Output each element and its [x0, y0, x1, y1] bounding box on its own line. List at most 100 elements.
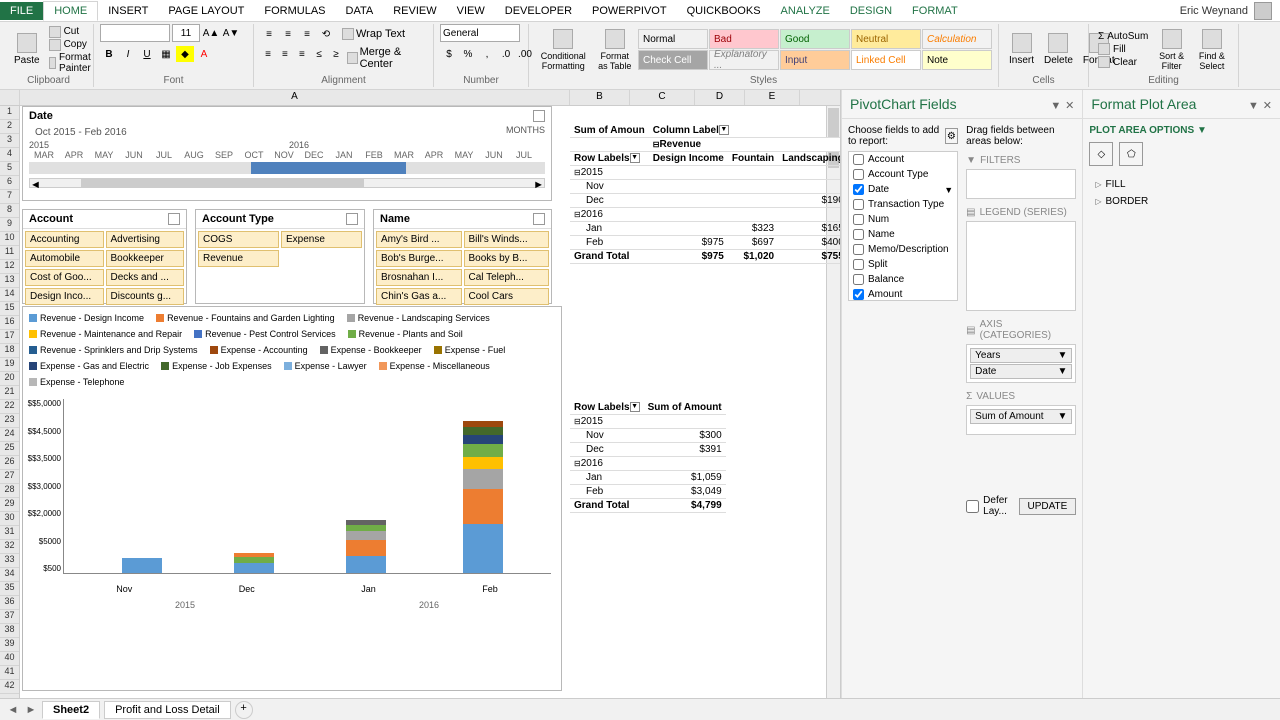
- zone-pill[interactable]: Years▼: [970, 348, 1072, 363]
- inc-decimal[interactable]: .0: [497, 46, 515, 62]
- border-button[interactable]: ▦: [157, 46, 175, 62]
- clear-filter-icon[interactable]: [533, 110, 545, 122]
- find-select-button[interactable]: Find & Select: [1192, 27, 1232, 73]
- cell-style[interactable]: Normal: [638, 29, 708, 49]
- ribbon-tab-quickbooks[interactable]: QuickBooks: [677, 2, 771, 20]
- field-list[interactable]: AccountAccount TypeDate▼Transaction Type…: [848, 151, 958, 301]
- slicer-item[interactable]: Discounts g...: [106, 288, 185, 305]
- slicer-item[interactable]: Design Inco...: [25, 288, 104, 305]
- align-mid[interactable]: ≡: [279, 26, 297, 42]
- ribbon-tab-insert[interactable]: INSERT: [98, 2, 158, 20]
- ribbon-tab-formulas[interactable]: FORMULAS: [254, 2, 335, 20]
- zone-pill[interactable]: Sum of Amount▼: [970, 409, 1072, 424]
- clear-button[interactable]: Clear: [1095, 56, 1151, 68]
- gear-icon[interactable]: ⚙: [945, 128, 959, 144]
- cell-style[interactable]: Linked Cell: [851, 50, 921, 70]
- cell-style[interactable]: Calculation: [922, 29, 992, 49]
- timeline-unit[interactable]: MONTHS: [506, 125, 545, 140]
- dropdown-icon[interactable]: ▼: [1050, 100, 1061, 112]
- ribbon-tab-file[interactable]: FILE: [0, 2, 43, 20]
- indent-dec[interactable]: ≤: [311, 46, 327, 62]
- field-item[interactable]: Transaction Type: [849, 197, 957, 212]
- orientation[interactable]: ⟲: [317, 26, 335, 42]
- slicer-item[interactable]: Decks and ...: [106, 269, 185, 286]
- align-right[interactable]: ≡: [294, 46, 310, 62]
- filter-icon[interactable]: [168, 213, 180, 225]
- copy-button[interactable]: Copy: [46, 39, 99, 51]
- close-icon[interactable]: ✕: [1263, 100, 1272, 112]
- sort-filter-button[interactable]: Sort & Filter: [1153, 27, 1190, 73]
- underline-button[interactable]: U: [138, 46, 156, 62]
- plot-area-options[interactable]: PLOT AREA OPTIONS: [1089, 125, 1194, 136]
- zone-pill[interactable]: Date▼: [970, 364, 1072, 379]
- cell-style[interactable]: Input: [780, 50, 850, 70]
- fill-line-icon[interactable]: ◇: [1089, 142, 1113, 166]
- close-icon[interactable]: ✕: [1065, 100, 1074, 112]
- cell-style[interactable]: Good: [780, 29, 850, 49]
- indent-inc[interactable]: ≥: [328, 46, 344, 62]
- paste-button[interactable]: Paste: [10, 31, 44, 68]
- ribbon-tab-design[interactable]: DESIGN: [840, 2, 902, 20]
- slicer-item[interactable]: Books by B...: [464, 250, 550, 267]
- field-item[interactable]: Split: [849, 257, 957, 272]
- slicer-item[interactable]: Cool Cars: [464, 288, 550, 305]
- slicer-item[interactable]: Expense: [281, 231, 362, 248]
- fill-section[interactable]: ▷FILL: [1089, 176, 1274, 193]
- cut-button[interactable]: Cut: [46, 26, 99, 38]
- timeline-slicer[interactable]: Date Oct 2015 - Feb 2016 MONTHS 20152016…: [22, 106, 552, 201]
- align-left[interactable]: ≡: [260, 46, 276, 62]
- update-button[interactable]: UPDATE: [1019, 498, 1077, 515]
- cell-style[interactable]: Neutral: [851, 29, 921, 49]
- cell-style[interactable]: Check Cell: [638, 50, 708, 70]
- slicer-item[interactable]: Revenue: [198, 250, 279, 267]
- next-sheet[interactable]: ►: [24, 704, 38, 716]
- delete-cells[interactable]: Delete: [1040, 31, 1077, 68]
- field-item[interactable]: Account Type: [849, 167, 957, 182]
- ribbon-tab-home[interactable]: HOME: [43, 1, 98, 21]
- comma-button[interactable]: ,: [478, 46, 496, 62]
- ribbon-tab-analyze[interactable]: ANALYZE: [771, 2, 840, 20]
- wrap-text-button[interactable]: Wrap Text: [342, 26, 405, 42]
- slicer-item[interactable]: Cal Teleph...: [464, 269, 550, 286]
- font-size-input[interactable]: [172, 24, 200, 42]
- values-zone[interactable]: Sum of Amount▼: [966, 405, 1076, 435]
- pivot-table-2[interactable]: Row Labels▼Sum of Amount ⊟2015Nov$300Dec…: [570, 401, 710, 513]
- field-item[interactable]: Amount: [849, 287, 957, 301]
- account-slicer[interactable]: Account AccountingAdvertisingAutomobileB…: [22, 209, 187, 304]
- slicer-item[interactable]: Accounting: [25, 231, 104, 248]
- account-type-slicer[interactable]: Account Type COGSExpenseRevenue: [195, 209, 365, 304]
- filters-zone[interactable]: [966, 169, 1076, 199]
- ribbon-tab-data[interactable]: DATA: [336, 2, 384, 20]
- ribbon-tab-page layout[interactable]: PAGE LAYOUT: [158, 2, 254, 20]
- avatar[interactable]: [1254, 2, 1272, 20]
- italic-button[interactable]: I: [119, 46, 137, 62]
- dropdown-icon[interactable]: ▼: [1248, 100, 1259, 112]
- font-color-button[interactable]: A: [195, 46, 213, 62]
- filter-icon[interactable]: [346, 213, 358, 225]
- effects-icon[interactable]: ⬠: [1119, 142, 1143, 166]
- grow-font-button[interactable]: A▲: [202, 25, 220, 41]
- field-item[interactable]: Num: [849, 212, 957, 227]
- slicer-item[interactable]: Bob's Burge...: [376, 250, 462, 267]
- pivot-chart[interactable]: Revenue - Design IncomeRevenue - Fountai…: [22, 306, 562, 691]
- percent-button[interactable]: %: [459, 46, 477, 62]
- defer-checkbox[interactable]: [966, 500, 979, 513]
- cell-styles-gallery[interactable]: NormalBadGoodNeutralCalculation Check Cel…: [638, 29, 992, 70]
- slicer-item[interactable]: Bill's Winds...: [464, 231, 550, 248]
- slicer-item[interactable]: COGS: [198, 231, 279, 248]
- fill-color-button[interactable]: ◆: [176, 46, 194, 62]
- slicer-item[interactable]: Brosnahan I...: [376, 269, 462, 286]
- field-item[interactable]: Account: [849, 152, 957, 167]
- cell-style[interactable]: Bad: [709, 29, 779, 49]
- prev-sheet[interactable]: ◄: [6, 704, 20, 716]
- bold-button[interactable]: B: [100, 46, 118, 62]
- fill-button[interactable]: Fill: [1095, 43, 1151, 55]
- slicer-item[interactable]: Advertising: [106, 231, 185, 248]
- number-format-select[interactable]: [440, 24, 520, 42]
- cell-style[interactable]: Note: [922, 50, 992, 70]
- sheet-tab[interactable]: Sheet2: [42, 701, 100, 719]
- chart-plot-area[interactable]: $$5,0000$$4,5000$$3,5000$$3,0000$$2,0000…: [63, 399, 551, 574]
- filter-icon[interactable]: [533, 213, 545, 225]
- field-item[interactable]: Balance: [849, 272, 957, 287]
- ribbon-tab-review[interactable]: REVIEW: [383, 2, 446, 20]
